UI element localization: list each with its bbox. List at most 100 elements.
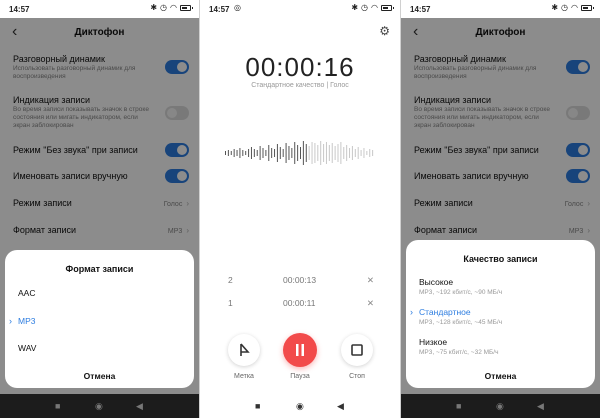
waveform-bar — [328, 145, 330, 161]
waveform-bar — [337, 144, 339, 162]
waveform-bar — [340, 142, 342, 164]
recording-timer: 00:00:16 — [245, 52, 355, 82]
alarm-icon: ◷ — [361, 3, 369, 12]
waveform-bar — [331, 143, 333, 163]
waveform-bar — [334, 146, 336, 160]
waveform-bar — [227, 150, 229, 156]
waveform-bar — [294, 142, 296, 164]
close-icon[interactable]: ✕ — [367, 275, 374, 286]
waveform-bar — [265, 150, 267, 156]
waveform-bar — [285, 143, 287, 163]
recents-square-icon[interactable]: ■ — [55, 401, 60, 411]
pause-label: Пауза — [290, 373, 310, 380]
flag-icon — [240, 343, 250, 356]
waveform-bar — [372, 150, 374, 156]
recents-square-icon[interactable]: ■ — [456, 401, 461, 411]
back-triangle-icon[interactable]: ◀ — [537, 401, 544, 412]
mark-button[interactable]: Метка — [224, 334, 264, 380]
mark-label: Метка — [234, 373, 254, 380]
format-dialog: Формат записи AAC › MP3 WAV Отмена — [5, 250, 194, 388]
cancel-button[interactable]: Отмена — [5, 371, 194, 381]
waveform-bar — [271, 148, 273, 158]
waveform-bar — [233, 149, 235, 157]
stop-label: Стоп — [349, 373, 365, 380]
selected-chevron-icon: › — [410, 307, 413, 317]
mark-number: 1 — [228, 298, 233, 308]
stop-button[interactable]: Стоп — [337, 334, 377, 380]
system-nav-bar: ■ ◉ ◀ — [401, 394, 600, 418]
alarm-icon: ◷ — [561, 3, 569, 12]
waveform-bar — [325, 142, 327, 164]
home-circle-icon[interactable]: ◉ — [496, 401, 504, 412]
recording-indicator-icon: ◎ — [234, 3, 241, 12]
waveform-bar — [256, 150, 258, 156]
waveform-bar — [354, 149, 356, 157]
status-bar: 14:57 ✱ ◷ ◠ — [401, 0, 600, 18]
battery-icon — [381, 5, 394, 11]
waveform-bar — [274, 149, 276, 157]
waveform-bar — [366, 151, 368, 155]
waveform-bar — [276, 144, 278, 162]
waveform-bar — [259, 146, 261, 160]
waveform-bar — [279, 147, 281, 159]
waveform-bar — [291, 148, 293, 158]
status-time: 14:57 — [209, 5, 230, 14]
format-option-mp3[interactable]: › MP3 — [9, 316, 184, 326]
waveform-bar — [357, 147, 359, 159]
system-nav-bar: ■ ◉ ◀ — [0, 394, 199, 418]
bluetooth-icon: ✱ — [551, 3, 559, 12]
status-time: 14:57 — [410, 5, 431, 14]
alarm-icon: ◷ — [160, 3, 168, 12]
waveform-bar — [297, 145, 299, 161]
waveform-bar — [236, 150, 238, 156]
quality-option-low[interactable]: Низкое MP3, ~75 кбит/с, ~32 МБ/ч — [419, 337, 585, 356]
waveform-bar — [308, 146, 310, 160]
cancel-button[interactable]: Отмена — [406, 371, 595, 381]
wifi-icon: ◠ — [371, 3, 378, 12]
back-triangle-icon[interactable]: ◀ — [136, 401, 143, 412]
pause-icon — [296, 344, 304, 356]
waveform-bar — [314, 143, 316, 163]
quality-dialog: Качество записи Высокое MP3, ~192 кбит/с… — [406, 240, 595, 388]
quality-option-standard[interactable]: › Стандартное MP3, ~128 кбит/с, ~45 МБ/ч — [410, 307, 585, 326]
format-option-aac[interactable]: AAC — [18, 288, 184, 298]
waveform-bar — [363, 148, 365, 158]
waveform-bar — [349, 148, 351, 158]
waveform-bar — [288, 146, 290, 160]
waveform-bar — [311, 142, 313, 164]
waveform-bar — [320, 141, 322, 165]
settings-screen-quality: 14:57 ✱ ◷ ◠ ‹ Диктофон Разговорный динам… — [401, 0, 600, 418]
recording-quality: Стандартное качество | Голос — [251, 82, 349, 89]
waveform-bar — [268, 145, 270, 161]
dialog-title: Качество записи — [463, 254, 538, 264]
waveform-bar — [351, 146, 353, 160]
recents-square-icon[interactable]: ■ — [255, 401, 260, 411]
home-circle-icon[interactable]: ◉ — [95, 401, 103, 412]
battery-icon — [581, 5, 594, 11]
waveform-bar — [230, 151, 232, 155]
waveform-bar — [245, 151, 247, 155]
waveform-bar — [343, 147, 345, 159]
quality-option-high[interactable]: Высокое MP3, ~192 кбит/с, ~90 МБ/ч — [419, 277, 585, 296]
waveform-bar — [369, 149, 371, 157]
pause-button[interactable]: Пауза — [280, 333, 320, 380]
status-bar: 14:57 ✱ ◷ ◠ — [0, 0, 199, 18]
close-icon[interactable]: ✕ — [367, 298, 374, 309]
home-circle-icon[interactable]: ◉ — [296, 401, 304, 412]
waveform-bar — [300, 147, 301, 159]
waveform-bar — [242, 150, 244, 156]
mark-time: 00:00:11 — [283, 298, 316, 308]
waveform — [225, 141, 374, 165]
bluetooth-icon: ✱ — [351, 3, 359, 12]
status-bar: 14:57 ◎ ✱ ◷ ◠ — [200, 0, 400, 18]
selected-chevron-icon: › — [9, 316, 12, 326]
waveform-bar — [239, 148, 241, 158]
back-triangle-icon[interactable]: ◀ — [337, 401, 344, 412]
battery-icon — [180, 5, 193, 11]
waveform-bar — [346, 145, 348, 161]
stop-icon — [351, 344, 363, 356]
waveform-bar — [253, 149, 255, 157]
gear-icon[interactable]: ⚙ — [379, 24, 390, 38]
format-option-wav[interactable]: WAV — [18, 343, 184, 353]
settings-screen-format: 14:57 ✱ ◷ ◠ ‹ Диктофон Разговорный динам… — [0, 0, 199, 418]
